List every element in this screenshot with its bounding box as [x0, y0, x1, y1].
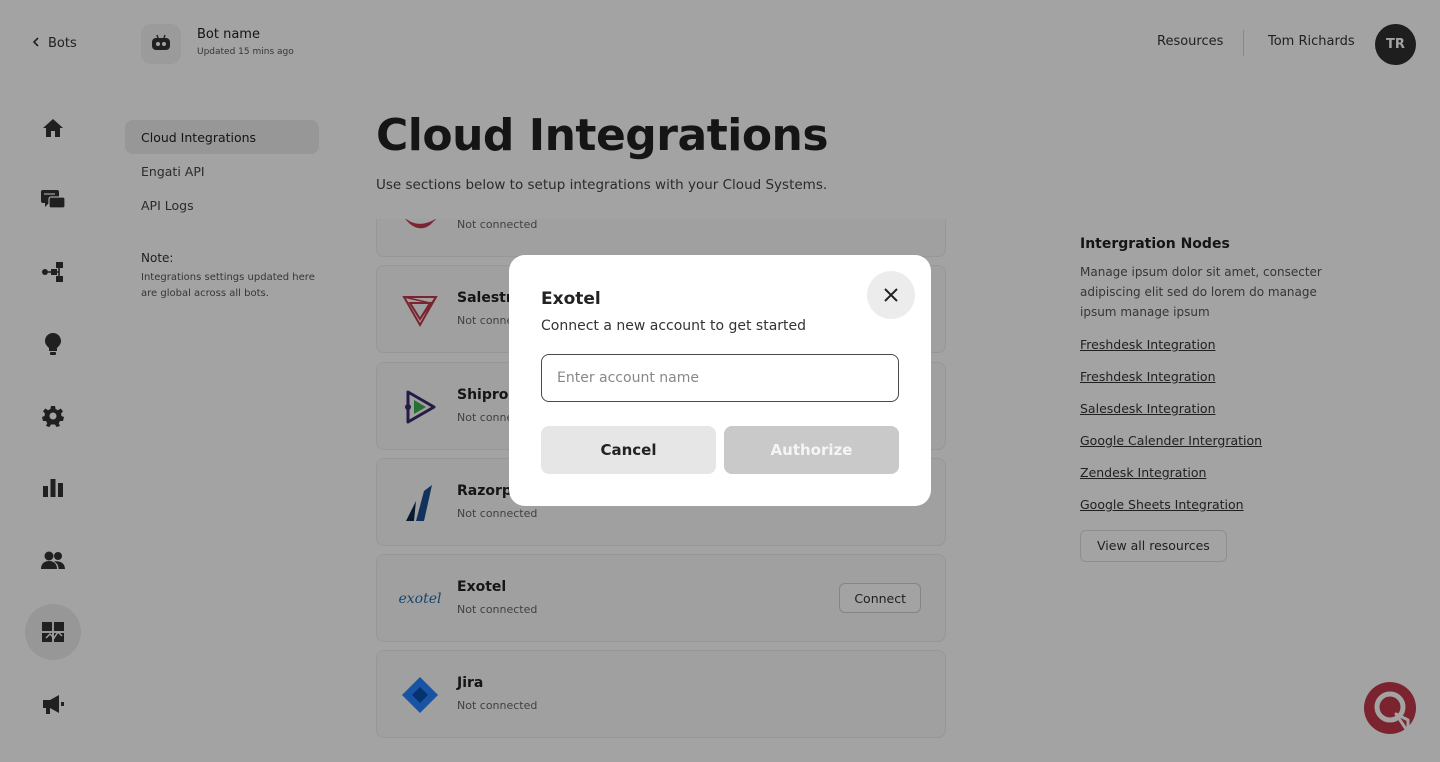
close-modal-button[interactable]	[867, 271, 915, 319]
connect-account-modal: Exotel Connect a new account to get star…	[509, 255, 931, 506]
modal-subtitle: Connect a new account to get started	[541, 318, 807, 334]
cancel-button[interactable]: Cancel	[541, 426, 716, 474]
account-name-input[interactable]	[541, 354, 899, 402]
modal-title: Exotel	[541, 289, 601, 309]
close-icon	[884, 288, 898, 302]
authorize-button[interactable]: Authorize	[724, 426, 899, 474]
